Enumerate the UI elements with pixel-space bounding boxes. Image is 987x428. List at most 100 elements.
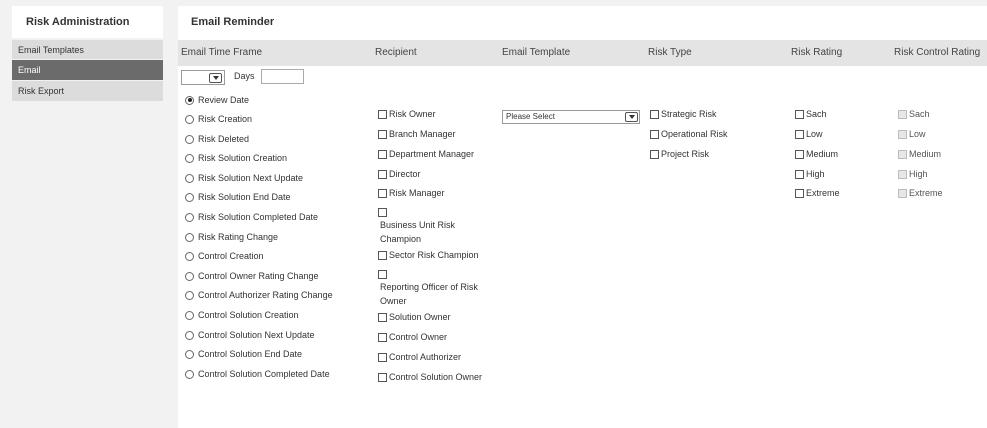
checkbox-label: Extreme: [909, 188, 943, 198]
radio-icon: [185, 192, 194, 202]
checkbox-icon: [795, 109, 804, 119]
header-risk-type: Risk Type: [648, 47, 692, 58]
checkbox-label: High: [909, 169, 928, 179]
header-risk-rating: Risk Rating: [791, 47, 843, 58]
recipient-department-manager[interactable]: Department Manager: [378, 147, 474, 161]
checkbox-label: Medium: [806, 149, 839, 159]
radio-label: Risk Solution Completed Date: [198, 212, 319, 222]
email-template-select[interactable]: Please Select: [502, 110, 640, 124]
checkbox-label: High: [806, 169, 825, 179]
checkbox-label: Sach: [806, 109, 827, 119]
checkbox-label: Business Unit Risk Champion: [380, 220, 456, 244]
sidebar-item-risk-export[interactable]: Risk Export: [12, 80, 163, 101]
checkbox-label: Solution Owner: [389, 312, 451, 322]
radio-risk-rating-change[interactable]: Risk Rating Change: [185, 230, 278, 244]
risk-type-strategic[interactable]: Strategic Risk: [650, 107, 717, 121]
radio-control-creation[interactable]: Control Creation: [185, 249, 264, 263]
checkbox-icon: [795, 149, 804, 159]
days-input[interactable]: [261, 69, 304, 84]
risk-rating-high[interactable]: High: [795, 167, 825, 181]
checkbox-icon: [378, 129, 387, 139]
radio-icon: [185, 114, 194, 124]
time-frame-select[interactable]: [181, 70, 225, 85]
radio-icon: [185, 251, 194, 261]
radio-control-owner-rating-change[interactable]: Control Owner Rating Change: [185, 269, 319, 283]
control-rating-sach: Sach: [898, 107, 930, 121]
radio-label: Control Solution Creation: [198, 310, 299, 320]
radio-risk-creation[interactable]: Risk Creation: [185, 112, 252, 126]
radio-label: Risk Solution Next Update: [198, 173, 304, 183]
risk-rating-sach[interactable]: Sach: [795, 107, 827, 121]
checkbox-icon: [795, 188, 804, 198]
checkbox-icon: [378, 250, 387, 260]
sidebar-item-email-templates[interactable]: Email Templates: [12, 38, 163, 59]
checkbox-label: Branch Manager: [389, 129, 456, 139]
checkbox-icon: [650, 149, 659, 159]
checkbox-label: Extreme: [806, 188, 840, 198]
days-label: Days: [234, 71, 255, 81]
radio-label: Risk Rating Change: [198, 232, 279, 242]
control-rating-medium: Medium: [898, 147, 941, 161]
checkbox-label: Control Owner: [389, 332, 448, 342]
checkbox-disabled-icon: [898, 169, 907, 179]
radio-label: Control Creation: [198, 251, 264, 261]
recipient-solution-owner[interactable]: Solution Owner: [378, 310, 451, 324]
checkbox-label: Department Manager: [389, 149, 475, 159]
checkbox-label: Low: [909, 129, 926, 139]
radio-risk-solution-completed-date[interactable]: Risk Solution Completed Date: [185, 210, 318, 224]
recipient-sector-risk-champion[interactable]: Sector Risk Champion: [378, 248, 479, 262]
radio-control-solution-creation[interactable]: Control Solution Creation: [185, 308, 299, 322]
recipient-director[interactable]: Director: [378, 167, 421, 181]
radio-label: Control Solution End Date: [198, 349, 303, 359]
checkbox-icon: [795, 169, 804, 179]
recipient-reporting-officer-of-risk-owner[interactable]: Reporting Officer of Risk Owner: [378, 270, 488, 308]
radio-icon: [185, 173, 194, 183]
checkbox-label: Risk Owner: [389, 109, 436, 119]
radio-risk-solution-end-date[interactable]: Risk Solution End Date: [185, 190, 291, 204]
checkbox-label: Reporting Officer of Risk Owner: [380, 282, 478, 306]
radio-control-solution-next-update[interactable]: Control Solution Next Update: [185, 328, 315, 342]
recipient-branch-manager[interactable]: Branch Manager: [378, 127, 456, 141]
radio-review-date[interactable]: Review Date: [185, 93, 249, 107]
risk-type-operational[interactable]: Operational Risk: [650, 127, 728, 141]
checkbox-icon: [378, 332, 387, 342]
risk-rating-medium[interactable]: Medium: [795, 147, 838, 161]
sidebar: Risk Administration Email Templates Emai…: [12, 6, 163, 101]
risk-rating-low[interactable]: Low: [795, 127, 823, 141]
chevron-down-icon: [209, 73, 222, 83]
checkbox-label: Control Solution Owner: [389, 372, 483, 382]
email-template-value: Please Select: [506, 112, 555, 121]
checkbox-icon: [378, 109, 387, 119]
radio-control-authorizer-rating-change[interactable]: Control Authorizer Rating Change: [185, 288, 333, 302]
recipient-risk-manager[interactable]: Risk Manager: [378, 186, 445, 200]
checkbox-label: Operational Risk: [661, 129, 728, 139]
checkbox-disabled-icon: [898, 109, 907, 119]
recipient-control-solution-owner[interactable]: Control Solution Owner: [378, 370, 482, 384]
checkbox-label: Risk Manager: [389, 188, 445, 198]
radio-icon: [185, 369, 194, 379]
radio-risk-solution-next-update[interactable]: Risk Solution Next Update: [185, 171, 303, 185]
risk-type-project[interactable]: Project Risk: [650, 147, 709, 161]
recipient-control-authorizer[interactable]: Control Authorizer: [378, 350, 461, 364]
checkbox-icon: [378, 352, 387, 362]
radio-label: Control Owner Rating Change: [198, 271, 319, 281]
radio-risk-deleted[interactable]: Risk Deleted: [185, 132, 249, 146]
checkbox-label: Director: [389, 169, 421, 179]
recipient-business-unit-risk-champion[interactable]: Business Unit Risk Champion: [378, 208, 488, 246]
radio-icon: [185, 232, 194, 242]
radio-risk-solution-creation[interactable]: Risk Solution Creation: [185, 151, 287, 165]
risk-rating-extreme[interactable]: Extreme: [795, 186, 840, 200]
checkbox-disabled-icon: [898, 149, 907, 159]
recipient-control-owner[interactable]: Control Owner: [378, 330, 447, 344]
recipient-risk-owner[interactable]: Risk Owner: [378, 107, 436, 121]
radio-control-solution-completed-date[interactable]: Control Solution Completed Date: [185, 367, 330, 381]
radio-label: Risk Solution End Date: [198, 192, 291, 202]
radio-label: Review Date: [198, 95, 250, 105]
control-rating-extreme: Extreme: [898, 186, 943, 200]
radio-icon: [185, 310, 194, 320]
radio-control-solution-end-date[interactable]: Control Solution End Date: [185, 347, 302, 361]
radio-icon: [185, 290, 194, 300]
radio-icon: [185, 153, 194, 163]
sidebar-item-email[interactable]: Email: [12, 59, 163, 80]
checkbox-icon: [378, 208, 387, 217]
